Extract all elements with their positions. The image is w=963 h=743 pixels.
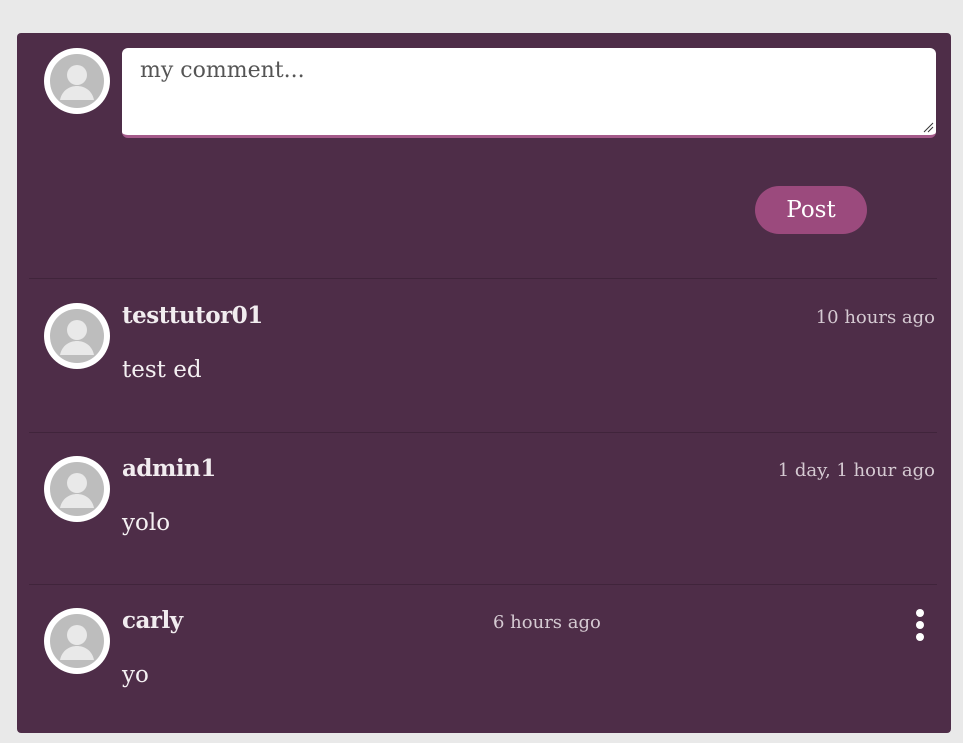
divider [29,584,937,585]
comment-text: yo [122,662,149,688]
more-options-icon[interactable] [912,609,928,645]
user-avatar-icon [50,614,104,668]
divider [29,278,937,279]
avatar [44,456,110,522]
post-button[interactable]: Post [755,186,867,234]
user-avatar-icon [50,309,104,363]
comment-box [122,48,936,138]
comment-text: test ed [122,357,202,383]
resize-grip-icon[interactable] [922,121,934,133]
comment-timestamp: 6 hours ago [493,612,601,633]
comment-item: carly 6 hours ago yo [17,593,951,743]
current-user-avatar [44,48,110,114]
avatar [44,608,110,674]
comment-item: admin1 1 day, 1 hour ago yolo [17,441,951,591]
comment-timestamp: 1 day, 1 hour ago [777,460,935,481]
user-avatar-icon [50,462,104,516]
comments-panel: Post testtutor01 10 hours ago test ed ad… [17,33,951,733]
comment-timestamp: 10 hours ago [815,307,935,328]
user-avatar-icon [50,54,104,108]
avatar [44,303,110,369]
comment-text: yolo [122,510,171,536]
comment-input[interactable] [122,48,936,135]
comment-username[interactable]: testtutor01 [122,302,263,329]
comment-username[interactable]: admin1 [122,455,216,482]
comment-item: testtutor01 10 hours ago test ed [17,288,951,438]
comment-username[interactable]: carly [122,607,183,634]
divider [29,432,937,433]
